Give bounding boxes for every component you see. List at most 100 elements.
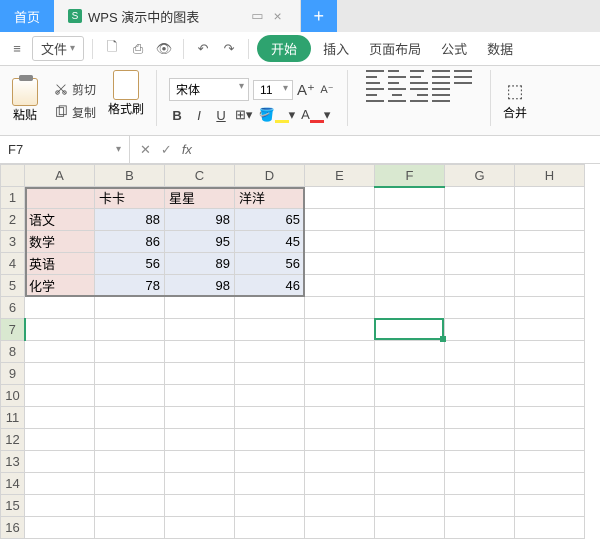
ribbon-tab-layout[interactable]: 页面布局 bbox=[361, 35, 429, 62]
italic-button[interactable]: I bbox=[191, 108, 207, 123]
cell-D11[interactable] bbox=[235, 407, 305, 429]
cell-F8[interactable] bbox=[375, 341, 445, 363]
cell-E8[interactable] bbox=[305, 341, 375, 363]
cell-G12[interactable] bbox=[445, 429, 515, 451]
redo-icon[interactable]: ↷ bbox=[218, 38, 240, 60]
cell-G16[interactable] bbox=[445, 517, 515, 539]
font-shrink-icon[interactable]: A⁻ bbox=[319, 83, 335, 96]
cell-G9[interactable] bbox=[445, 363, 515, 385]
select-all-corner[interactable] bbox=[1, 165, 25, 187]
row-header-7[interactable]: 7 bbox=[1, 319, 25, 341]
cell-F2[interactable] bbox=[375, 209, 445, 231]
cell-E2[interactable] bbox=[305, 209, 375, 231]
cell-H3[interactable] bbox=[515, 231, 585, 253]
cell-G1[interactable] bbox=[445, 187, 515, 209]
cell-H4[interactable] bbox=[515, 253, 585, 275]
cell-H9[interactable] bbox=[515, 363, 585, 385]
cell-A12[interactable] bbox=[25, 429, 95, 451]
cell-B6[interactable] bbox=[95, 297, 165, 319]
spreadsheet-grid[interactable]: ABCDEFGH1卡卡星星洋洋2语文8898653数学8695454英语5689… bbox=[0, 164, 600, 539]
cell-H14[interactable] bbox=[515, 473, 585, 495]
cell-F5[interactable] bbox=[375, 275, 445, 297]
cell-C1[interactable]: 星星 bbox=[165, 187, 235, 209]
cell-B9[interactable] bbox=[95, 363, 165, 385]
cell-G3[interactable] bbox=[445, 231, 515, 253]
cell-B10[interactable] bbox=[95, 385, 165, 407]
cell-A16[interactable] bbox=[25, 517, 95, 539]
col-header-F[interactable]: F bbox=[375, 165, 445, 187]
cell-H15[interactable] bbox=[515, 495, 585, 517]
merge-icon[interactable]: ⬚ bbox=[506, 81, 523, 102]
cell-G4[interactable] bbox=[445, 253, 515, 275]
cell-H5[interactable] bbox=[515, 275, 585, 297]
indent-left-button[interactable] bbox=[432, 70, 450, 84]
cell-E11[interactable] bbox=[305, 407, 375, 429]
cell-D3[interactable]: 45 bbox=[235, 231, 305, 253]
name-box[interactable]: F7▾ bbox=[0, 136, 130, 163]
row-header-9[interactable]: 9 bbox=[1, 363, 25, 385]
menu-hamburger-icon[interactable]: ≡ bbox=[6, 38, 28, 60]
cell-H2[interactable] bbox=[515, 209, 585, 231]
cell-D12[interactable] bbox=[235, 429, 305, 451]
col-header-A[interactable]: A bbox=[25, 165, 95, 187]
ribbon-tab-insert[interactable]: 插入 bbox=[315, 35, 357, 62]
cell-F10[interactable] bbox=[375, 385, 445, 407]
cell-C14[interactable] bbox=[165, 473, 235, 495]
cell-G2[interactable] bbox=[445, 209, 515, 231]
align-center-button[interactable] bbox=[388, 88, 406, 102]
font-grow-icon[interactable]: A⁺ bbox=[297, 81, 315, 99]
cell-G5[interactable] bbox=[445, 275, 515, 297]
cell-F6[interactable] bbox=[375, 297, 445, 319]
cell-C13[interactable] bbox=[165, 451, 235, 473]
cell-F4[interactable] bbox=[375, 253, 445, 275]
cell-C8[interactable] bbox=[165, 341, 235, 363]
col-header-E[interactable]: E bbox=[305, 165, 375, 187]
cell-C9[interactable] bbox=[165, 363, 235, 385]
cell-A4[interactable]: 英语 bbox=[25, 253, 95, 275]
cell-C11[interactable] bbox=[165, 407, 235, 429]
fx-cancel-icon[interactable]: ✕ bbox=[140, 142, 151, 158]
cell-B5[interactable]: 78 bbox=[95, 275, 165, 297]
cell-B15[interactable] bbox=[95, 495, 165, 517]
cell-C6[interactable] bbox=[165, 297, 235, 319]
cell-B2[interactable]: 88 bbox=[95, 209, 165, 231]
cell-D13[interactable] bbox=[235, 451, 305, 473]
cell-C4[interactable]: 89 bbox=[165, 253, 235, 275]
cell-F11[interactable] bbox=[375, 407, 445, 429]
row-header-10[interactable]: 10 bbox=[1, 385, 25, 407]
cell-E1[interactable] bbox=[305, 187, 375, 209]
cell-A3[interactable]: 数学 bbox=[25, 231, 95, 253]
file-menu-button[interactable]: 文件▾ bbox=[32, 36, 84, 61]
align-bottom-button[interactable] bbox=[410, 70, 428, 84]
cell-E4[interactable] bbox=[305, 253, 375, 275]
cell-C15[interactable] bbox=[165, 495, 235, 517]
cell-D9[interactable] bbox=[235, 363, 305, 385]
cell-B11[interactable] bbox=[95, 407, 165, 429]
fx-icon[interactable]: fx bbox=[182, 142, 192, 157]
cell-A5[interactable]: 化学 bbox=[25, 275, 95, 297]
cell-A9[interactable] bbox=[25, 363, 95, 385]
cell-D2[interactable]: 65 bbox=[235, 209, 305, 231]
col-header-C[interactable]: C bbox=[165, 165, 235, 187]
cell-F12[interactable] bbox=[375, 429, 445, 451]
save-icon[interactable]: 🗋 bbox=[101, 38, 123, 60]
cell-B7[interactable] bbox=[95, 319, 165, 341]
cell-C2[interactable]: 98 bbox=[165, 209, 235, 231]
row-header-15[interactable]: 15 bbox=[1, 495, 25, 517]
cell-D6[interactable] bbox=[235, 297, 305, 319]
cell-B16[interactable] bbox=[95, 517, 165, 539]
align-right-button[interactable] bbox=[410, 88, 428, 102]
cell-F16[interactable] bbox=[375, 517, 445, 539]
align-top-button[interactable] bbox=[366, 70, 384, 84]
cell-A15[interactable] bbox=[25, 495, 95, 517]
cell-F7[interactable] bbox=[375, 319, 445, 341]
cell-H6[interactable] bbox=[515, 297, 585, 319]
cell-C7[interactable] bbox=[165, 319, 235, 341]
cell-E13[interactable] bbox=[305, 451, 375, 473]
ribbon-tab-start[interactable]: 开始 bbox=[257, 35, 311, 62]
cell-E7[interactable] bbox=[305, 319, 375, 341]
cell-D7[interactable] bbox=[235, 319, 305, 341]
cell-A2[interactable]: 语文 bbox=[25, 209, 95, 231]
cell-E14[interactable] bbox=[305, 473, 375, 495]
align-left-button[interactable] bbox=[366, 88, 384, 102]
